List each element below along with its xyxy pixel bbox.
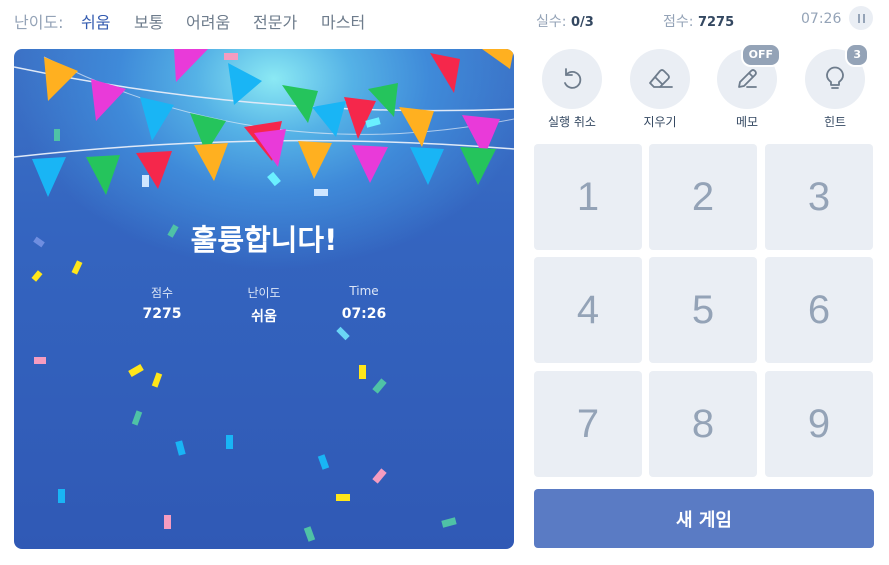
top-bar: 난이도: 쉬움 보통 어려움 전문가 마스터 실수: 0/3 점수: 7275 …	[0, 0, 889, 38]
result-score: 점수 7275	[107, 284, 217, 322]
timer: 07:26	[801, 11, 842, 27]
eraser-icon	[649, 69, 673, 88]
numpad-3[interactable]: 3	[765, 144, 873, 250]
numpad-2[interactable]: 2	[649, 144, 757, 250]
notes-label: 메모	[735, 115, 759, 129]
result-difficulty-label: 난이도	[247, 286, 281, 300]
mistakes-counter: 실수: 0/3	[536, 14, 594, 30]
hint-button[interactable]: 3 힌트	[805, 43, 869, 130]
confetti-piece	[31, 270, 43, 282]
numpad-5[interactable]: 5	[649, 257, 757, 363]
confetti-piece	[175, 440, 186, 456]
erase-label: 지우기	[643, 115, 677, 129]
undo-button[interactable]: 실행 취소	[542, 49, 602, 130]
numpad-1[interactable]: 1	[534, 144, 642, 250]
confetti-piece	[54, 129, 60, 141]
hint-count-badge: 3	[845, 43, 869, 67]
result-time-value: 07:26	[341, 306, 387, 322]
numpad-7[interactable]: 7	[534, 371, 642, 477]
confetti-piece	[226, 435, 233, 449]
confetti-piece	[314, 189, 328, 196]
numpad-8[interactable]: 8	[649, 371, 757, 477]
confetti-piece	[34, 357, 46, 364]
confetti-piece	[128, 363, 144, 378]
confetti-piece	[372, 468, 387, 484]
confetti-piece	[224, 53, 238, 60]
pause-button[interactable]	[849, 6, 873, 30]
difficulty-hard[interactable]: 어려움	[186, 9, 230, 33]
pencil-icon	[738, 69, 757, 88]
difficulty-easy[interactable]: 쉬움	[81, 9, 110, 33]
game-board-win-overlay: 훌륭합니다! 점수 7275 난이도 쉬움 Time 07:26	[14, 49, 514, 549]
confetti-piece	[142, 175, 149, 187]
result-time: Time 07:26	[309, 284, 419, 322]
result-difficulty-value: 쉬움	[251, 309, 277, 325]
confetti-piece	[164, 515, 171, 529]
erase-button[interactable]: 지우기	[630, 49, 690, 130]
result-difficulty: 난이도 쉬움	[209, 284, 319, 326]
notes-button[interactable]: OFF 메모	[717, 43, 781, 130]
lightbulb-icon	[826, 66, 844, 89]
confetti-piece	[372, 378, 387, 394]
difficulty-expert[interactable]: 전문가	[253, 9, 297, 33]
confetti-piece	[359, 365, 366, 379]
win-title: 훌륭합니다!	[190, 223, 338, 257]
difficulty-master[interactable]: 마스터	[321, 9, 365, 33]
difficulty-label: 난이도:	[14, 13, 64, 32]
confetti-piece	[303, 526, 316, 542]
numpad-9[interactable]: 9	[765, 371, 873, 477]
confetti-piece	[151, 372, 163, 388]
result-score-value: 7275	[142, 306, 182, 322]
numpad-4[interactable]: 4	[534, 257, 642, 363]
confetti-piece	[58, 489, 65, 503]
new-game-button[interactable]: 새 게임	[534, 489, 874, 548]
score-counter: 점수: 7275	[663, 14, 735, 30]
confetti-piece	[336, 326, 350, 341]
undo-label: 실행 취소	[548, 115, 596, 129]
confetti-piece	[71, 260, 83, 275]
confetti-piece	[131, 410, 143, 426]
confetti-piece	[441, 517, 457, 528]
hint-label: 힌트	[823, 115, 847, 129]
difficulty-medium[interactable]: 보통	[134, 9, 163, 33]
confetti-piece	[336, 494, 350, 501]
undo-icon	[564, 68, 582, 89]
confetti-piece	[317, 454, 330, 470]
pause-icon	[857, 13, 860, 23]
notes-status-badge: OFF	[740, 43, 781, 67]
result-time-label: Time	[349, 284, 379, 298]
numpad-6[interactable]: 6	[765, 257, 873, 363]
result-score-label: 점수	[150, 286, 174, 300]
